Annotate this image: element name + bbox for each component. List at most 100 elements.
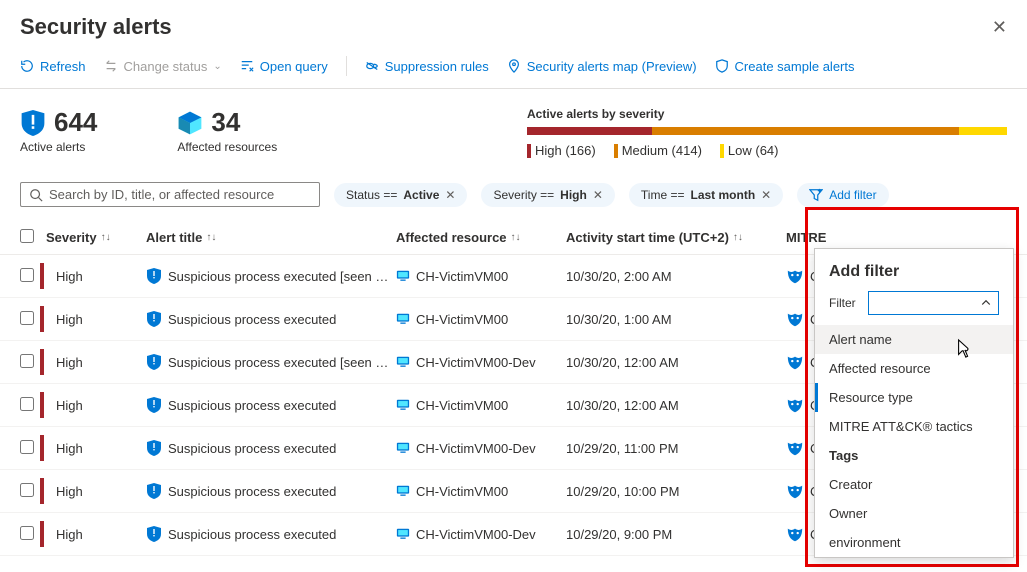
- severity-value: High: [56, 484, 83, 499]
- severity-value: High: [56, 398, 83, 413]
- severity-value: High: [56, 355, 83, 370]
- filter-pill-status[interactable]: Status == Active✕: [334, 183, 467, 207]
- alert-title-text: Suspicious process executed: [168, 527, 336, 542]
- filter-pill-time[interactable]: Time == Last month✕: [629, 183, 783, 207]
- vm-icon: [396, 441, 410, 455]
- toolbar: Refresh Change status ⌄ Open query Suppr…: [0, 46, 1027, 89]
- alert-title-text: Suspicious process executed [seen …: [168, 355, 388, 370]
- chevron-down-icon: ⌄: [213, 61, 221, 72]
- query-icon: [240, 59, 254, 73]
- cube-icon: [177, 110, 203, 136]
- activity-time: 10/30/20, 12:00 AM: [566, 355, 786, 370]
- filter-option-tags[interactable]: Tags: [815, 441, 1013, 470]
- create-sample-alerts-button[interactable]: Create sample alerts: [715, 59, 855, 74]
- filter-option-alert-name[interactable]: Alert name: [815, 325, 1013, 354]
- change-status-button: Change status ⌄: [104, 59, 222, 74]
- resource-name: CH-VictimVM00-Dev: [416, 441, 536, 456]
- mitre-mask-icon: [786, 525, 804, 543]
- vm-icon: [396, 355, 410, 369]
- alert-title-text: Suspicious process executed: [168, 398, 336, 413]
- row-checkbox[interactable]: [20, 311, 34, 325]
- filter-option-owner[interactable]: Owner: [815, 499, 1013, 528]
- alert-title-text: Suspicious process executed: [168, 441, 336, 456]
- alerts-map-button[interactable]: Security alerts map (Preview): [507, 59, 697, 74]
- alert-title-text: Suspicious process executed [seen …: [168, 269, 388, 284]
- resource-name: CH-VictimVM00: [416, 484, 508, 499]
- mitre-mask-icon: [786, 310, 804, 328]
- row-checkbox[interactable]: [20, 483, 34, 497]
- filter-option-affected-resource[interactable]: Affected resource: [815, 354, 1013, 383]
- alert-title-text: Suspicious process executed: [168, 312, 336, 327]
- mitre-mask-icon: [786, 267, 804, 285]
- page-title: Security alerts: [20, 14, 172, 40]
- remove-filter-icon[interactable]: ✕: [593, 188, 603, 202]
- search-input[interactable]: Search by ID, title, or affected resourc…: [20, 182, 320, 207]
- select-all-checkbox[interactable]: [20, 229, 34, 243]
- filter-option-creator[interactable]: Creator: [815, 470, 1013, 499]
- map-pin-icon: [507, 59, 521, 73]
- filter-option-environment[interactable]: environment: [815, 528, 1013, 557]
- shield-alert-icon: [20, 110, 46, 136]
- resource-name: CH-VictimVM00: [416, 269, 508, 284]
- search-icon: [29, 188, 43, 202]
- vm-icon: [396, 269, 410, 283]
- activity-time: 10/29/20, 9:00 PM: [566, 527, 786, 542]
- filter-options-list: Alert name Affected resource Resource ty…: [815, 325, 1013, 557]
- shield-icon: [146, 354, 162, 370]
- severity-value: High: [56, 312, 83, 327]
- resource-name: CH-VictimVM00: [416, 398, 508, 413]
- filter-bar: Search by ID, title, or affected resourc…: [0, 168, 1027, 221]
- row-checkbox[interactable]: [20, 397, 34, 411]
- activity-time: 10/29/20, 11:00 PM: [566, 441, 786, 456]
- filter-option-mitre[interactable]: MITRE ATT&CK® tactics: [815, 412, 1013, 441]
- row-checkbox[interactable]: [20, 354, 34, 368]
- resource-name: CH-VictimVM00: [416, 312, 508, 327]
- add-filter-button[interactable]: Add filter: [797, 183, 888, 207]
- stats-row: 644 Active alerts 34 Affected resources …: [0, 89, 1027, 168]
- filter-add-icon: [809, 188, 823, 202]
- suppression-rules-button[interactable]: Suppression rules: [365, 59, 489, 74]
- vm-icon: [396, 484, 410, 498]
- suppression-icon: [365, 59, 379, 73]
- vm-icon: [396, 398, 410, 412]
- col-severity[interactable]: Severity↑↓: [46, 230, 146, 245]
- severity-value: High: [56, 269, 83, 284]
- filter-pill-severity[interactable]: Severity == High✕: [481, 183, 614, 207]
- severity-value: High: [56, 441, 83, 456]
- refresh-icon: [20, 59, 34, 73]
- activity-time: 10/30/20, 12:00 AM: [566, 398, 786, 413]
- activity-time: 10/30/20, 2:00 AM: [566, 269, 786, 284]
- remove-filter-icon[interactable]: ✕: [445, 188, 455, 202]
- row-checkbox[interactable]: [20, 268, 34, 282]
- col-title[interactable]: Alert title↑↓: [146, 230, 396, 245]
- shield-icon: [146, 268, 162, 284]
- filter-option-resource-type[interactable]: Resource type: [815, 383, 1013, 412]
- col-mitre[interactable]: MITRE: [786, 230, 906, 245]
- remove-filter-icon[interactable]: ✕: [761, 188, 771, 202]
- col-time[interactable]: Activity start time (UTC+2)↑↓: [566, 230, 786, 245]
- row-checkbox[interactable]: [20, 526, 34, 540]
- shield-icon: [146, 397, 162, 413]
- close-icon[interactable]: ✕: [992, 17, 1007, 38]
- mitre-mask-icon: [786, 482, 804, 500]
- severity-value: High: [56, 527, 83, 542]
- resource-name: CH-VictimVM00-Dev: [416, 527, 536, 542]
- vm-icon: [396, 527, 410, 541]
- resource-name: CH-VictimVM00-Dev: [416, 355, 536, 370]
- col-resource[interactable]: Affected resource↑↓: [396, 230, 566, 245]
- shield-icon: [146, 440, 162, 456]
- mitre-mask-icon: [786, 439, 804, 457]
- row-checkbox[interactable]: [20, 440, 34, 454]
- change-status-icon: [104, 59, 118, 73]
- refresh-button[interactable]: Refresh: [20, 59, 86, 74]
- vm-icon: [396, 312, 410, 326]
- severity-bar: [527, 127, 1007, 135]
- open-query-button[interactable]: Open query: [240, 59, 328, 74]
- filter-dropdown[interactable]: [868, 291, 999, 315]
- popup-title: Add filter: [815, 263, 1013, 291]
- shield-plus-icon: [715, 59, 729, 73]
- alert-title-text: Suspicious process executed: [168, 484, 336, 499]
- activity-time: 10/30/20, 1:00 AM: [566, 312, 786, 327]
- affected-resources-stat: 34 Affected resources: [177, 107, 277, 154]
- shield-icon: [146, 311, 162, 327]
